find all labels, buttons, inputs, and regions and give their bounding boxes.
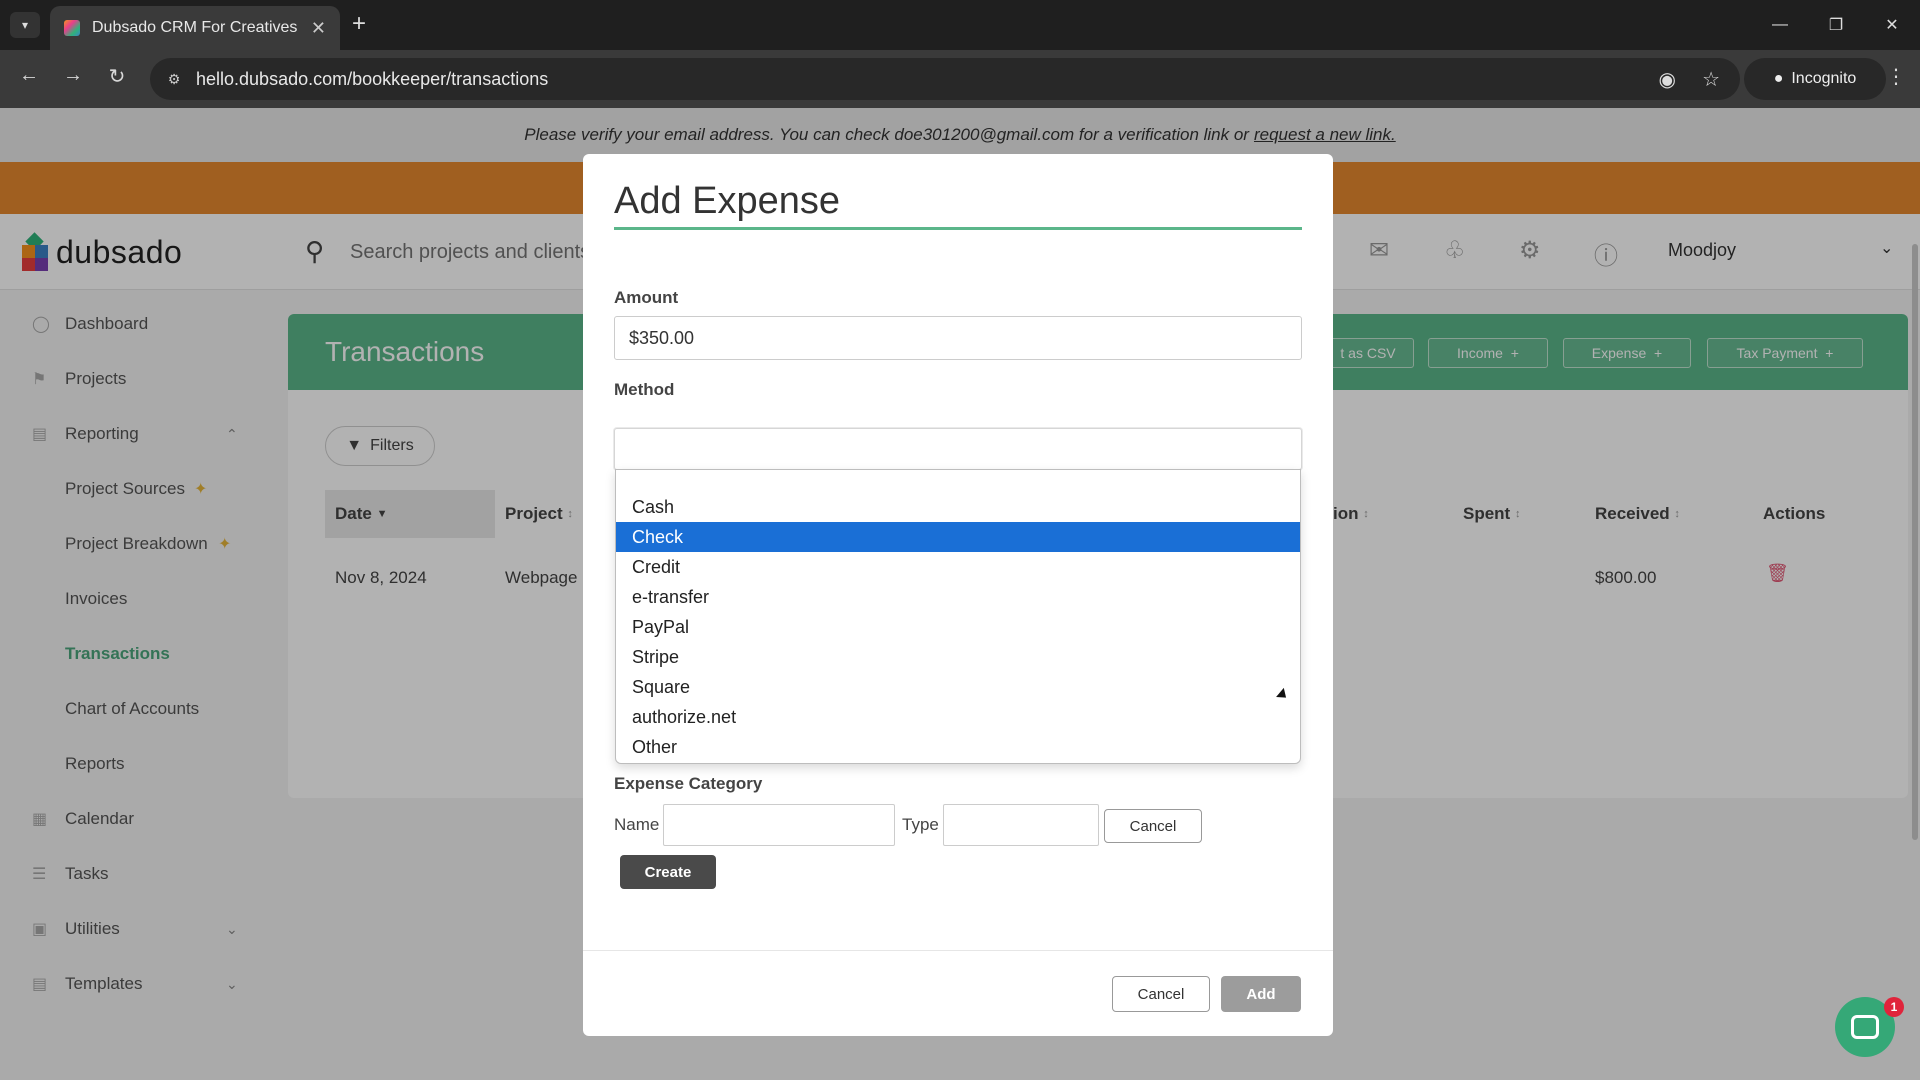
reload-icon[interactable]: ↻ (102, 64, 132, 89)
restore-icon[interactable]: ❐ (1808, 0, 1864, 50)
incognito-label: Incognito (1791, 70, 1857, 87)
back-icon[interactable]: ← (14, 64, 44, 87)
cancel-button[interactable]: Cancel (1112, 976, 1210, 1012)
type-label: Type (902, 815, 939, 834)
title-underline (614, 227, 1302, 230)
modal-title: Add Expense (614, 180, 841, 222)
option-e-transfer[interactable]: e-transfer (616, 582, 1300, 612)
create-category-button[interactable]: Create (620, 855, 716, 889)
url-text: hello.dubsado.com/bookkeeper/transaction… (196, 68, 549, 89)
forward-icon[interactable]: → (58, 64, 88, 87)
method-dropdown: Cash Check Credit e-transfer PayPal Stri… (615, 469, 1301, 764)
option-square[interactable]: Square (616, 672, 1300, 702)
browser-menu-icon[interactable]: ⋮ (1886, 64, 1906, 89)
category-name-input[interactable] (663, 804, 895, 846)
chat-icon (1851, 1015, 1879, 1039)
option-check[interactable]: Check (616, 522, 1300, 552)
modal-footer-divider (583, 950, 1333, 951)
category-cancel-button[interactable]: Cancel (1104, 809, 1202, 843)
eye-off-icon[interactable]: ◉ (1659, 67, 1676, 92)
method-label: Method (614, 380, 675, 399)
option-stripe[interactable]: Stripe (616, 642, 1300, 672)
tab-title: Dubsado CRM For Creatives (92, 19, 298, 36)
amount-input[interactable]: $350.00 (614, 316, 1302, 360)
add-expense-modal: Add Expense Amount $350.00 Method Cash C… (583, 154, 1333, 1036)
tab-search-button[interactable]: ▾ (10, 12, 40, 38)
chat-notification-badge: 1 (1884, 997, 1904, 1017)
page-scrollbar[interactable] (1912, 244, 1918, 840)
method-select[interactable] (614, 428, 1302, 470)
address-bar[interactable]: ⚙ hello.dubsado.com/bookkeeper/transacti… (150, 58, 1740, 100)
option-paypal[interactable]: PayPal (616, 612, 1300, 642)
star-icon[interactable]: ☆ (1702, 67, 1720, 92)
incognito-icon: ● (1773, 70, 1784, 87)
minimize-icon[interactable]: — (1752, 0, 1808, 50)
amount-label: Amount (614, 288, 679, 307)
new-tab-button[interactable]: + (352, 12, 366, 36)
category-type-input[interactable] (943, 804, 1099, 846)
browser-tab-bar: ▾ Dubsado CRM For Creatives ✕ + — ❐ ✕ (0, 0, 1920, 50)
option-cash[interactable]: Cash (616, 492, 1300, 522)
option-credit[interactable]: Credit (616, 552, 1300, 582)
close-window-icon[interactable]: ✕ (1864, 0, 1920, 50)
add-button[interactable]: Add (1221, 976, 1301, 1012)
incognito-badge[interactable]: ● Incognito (1744, 58, 1886, 100)
favicon-icon (64, 20, 80, 36)
browser-tab[interactable]: Dubsado CRM For Creatives ✕ (50, 6, 340, 50)
expense-category-label: Expense Category (614, 774, 763, 793)
site-info-icon[interactable]: ⚙ (164, 69, 184, 89)
browser-toolbar: ← → ↻ ⚙ hello.dubsado.com/bookkeeper/tra… (0, 50, 1920, 108)
name-label: Name (614, 815, 660, 834)
option-authorize-net[interactable]: authorize.net (616, 702, 1300, 732)
close-tab-icon[interactable]: ✕ (311, 18, 326, 39)
option-other[interactable]: Other (616, 732, 1300, 762)
